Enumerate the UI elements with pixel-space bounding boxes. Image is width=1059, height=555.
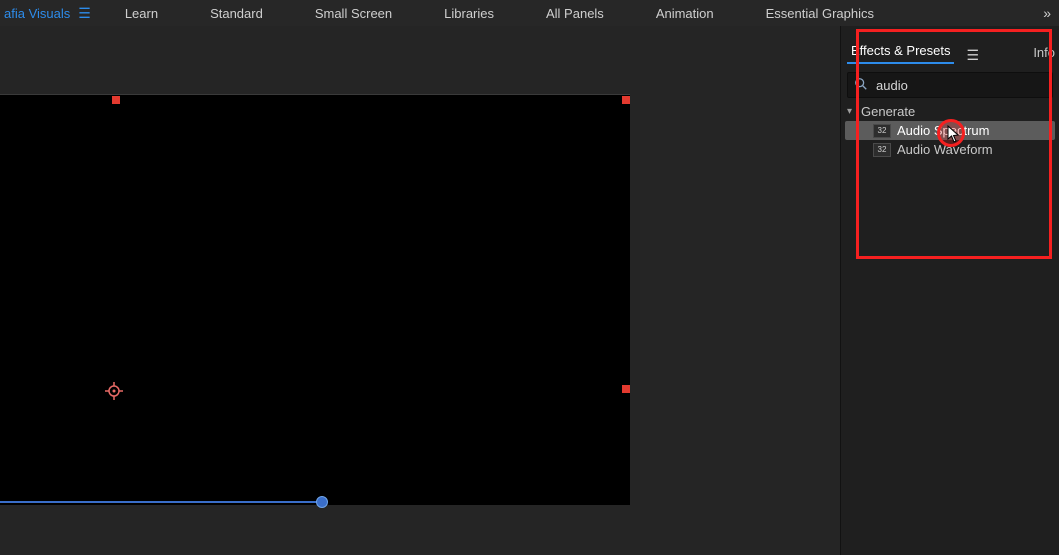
caret-down-icon: ▾ xyxy=(847,106,857,117)
workspace-tab-animation[interactable]: Animation xyxy=(630,0,740,26)
composition-viewer[interactable] xyxy=(0,26,840,555)
effects-results-tree: ▾ Generate 32 Audio Spectrum 32 Audio Wa… xyxy=(845,102,1055,159)
panel-menu-icon[interactable]: ☰ xyxy=(960,47,985,64)
workspace-tab-standard[interactable]: Standard xyxy=(184,0,289,26)
effect-type-icon: 32 xyxy=(873,124,891,138)
workspace-tab-learn[interactable]: Learn xyxy=(99,0,184,26)
effects-item-label: Audio Waveform xyxy=(897,142,993,157)
layer-handle-top-right[interactable] xyxy=(622,96,630,104)
layer-handle-mid-right[interactable] xyxy=(622,385,630,393)
workspace-bar: afia Visuals ☰ Learn Standard Small Scre… xyxy=(0,0,1059,27)
workspace-tab-libraries[interactable]: Libraries xyxy=(418,0,520,26)
effects-search-field[interactable] xyxy=(847,72,1053,98)
effects-category-generate[interactable]: ▾ Generate xyxy=(845,102,1055,121)
right-panel-group: Effects & Presets ☰ Info ▾ Generate 32 A… xyxy=(840,26,1059,555)
workspace-overflow-icon[interactable]: » xyxy=(1033,5,1059,21)
motion-path-keyframe[interactable] xyxy=(316,496,328,508)
effects-category-label: Generate xyxy=(861,104,915,119)
project-menu-icon[interactable]: ☰ xyxy=(78,5,99,22)
composition-canvas[interactable] xyxy=(0,94,630,505)
workspace-tab-essential-graphics[interactable]: Essential Graphics xyxy=(740,0,900,26)
workspace-tab-small-screen[interactable]: Small Screen xyxy=(289,0,418,26)
panel-tab-info[interactable]: Info xyxy=(1029,43,1059,64)
panel-tab-effects-presets[interactable]: Effects & Presets xyxy=(847,41,954,64)
anchor-point-icon[interactable] xyxy=(105,382,123,400)
search-icon xyxy=(854,77,868,94)
workspace-tabs: Learn Standard Small Screen Libraries Al… xyxy=(99,0,1033,26)
effects-search-input[interactable] xyxy=(874,77,1054,94)
workspace-tab-all-panels[interactable]: All Panels xyxy=(520,0,630,26)
motion-path-line xyxy=(0,501,320,503)
effects-item-audio-waveform[interactable]: 32 Audio Waveform xyxy=(845,140,1055,159)
effects-item-label: Audio Spectrum xyxy=(897,123,990,138)
project-name: afia Visuals xyxy=(0,6,78,21)
layer-handle-top-left[interactable] xyxy=(112,96,120,104)
effect-type-icon: 32 xyxy=(873,143,891,157)
panel-tab-strip: Effects & Presets ☰ Info xyxy=(847,40,1059,64)
effects-item-audio-spectrum[interactable]: 32 Audio Spectrum xyxy=(845,121,1055,140)
